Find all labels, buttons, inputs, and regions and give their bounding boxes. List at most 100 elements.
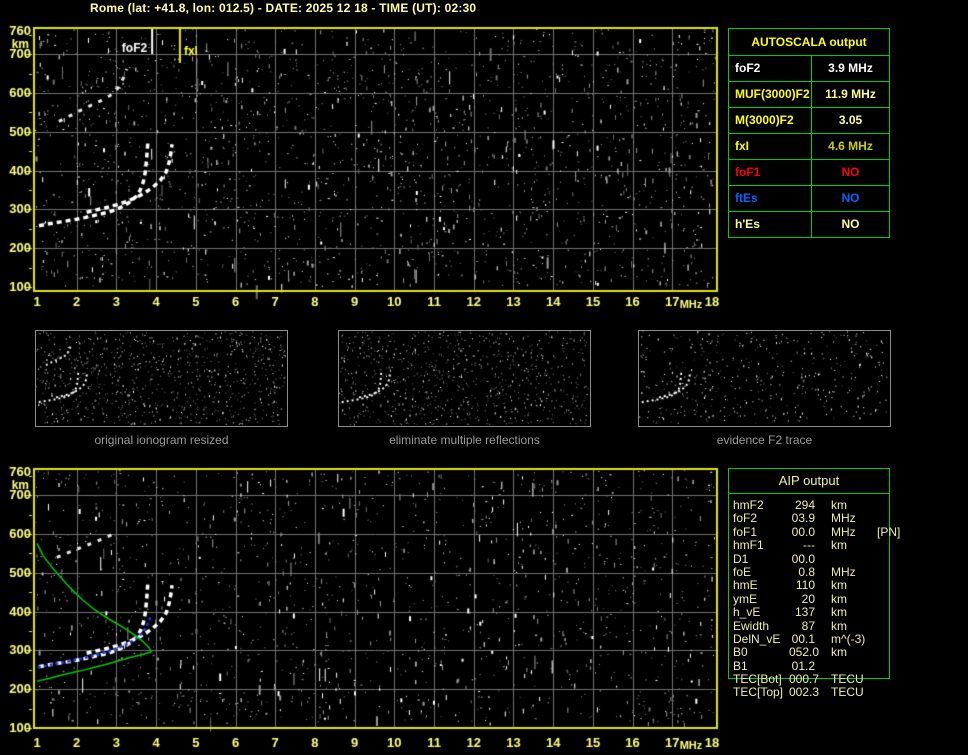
autoscala-output-table: AUTOSCALA output foF2 3.9 MHz MUF(3000)F… (728, 28, 890, 238)
row-unit (815, 660, 875, 673)
row-value: 110 (795, 578, 815, 593)
row-value: 3.9 MHz (811, 56, 889, 81)
row-unit: MHz (831, 564, 856, 579)
row-value: 00.0 (791, 551, 815, 566)
row-extra (875, 660, 877, 673)
aip-table-title: AIP output (778, 473, 840, 488)
row-value: NO (811, 186, 889, 211)
row-value: 4.6 MHz (811, 134, 889, 159)
row-label: B0 (733, 645, 748, 660)
row-label: MUF(3000)F2 (735, 87, 810, 101)
row-extra (875, 620, 877, 633)
restored-trace-profile-plot (0, 455, 730, 755)
row-value: 03.9 (791, 511, 815, 526)
table-row-DelN_vE: DelN_vE 00.1 m^(-3) (733, 631, 965, 646)
row-label: hmF1 (733, 538, 764, 553)
row-value: 20 (801, 591, 815, 606)
row-value: 11.9 MHz (811, 82, 889, 107)
table-row-hmF1: hmF1 --- km (733, 538, 965, 553)
row-extra: [PN] (877, 524, 901, 539)
row-unit (815, 553, 875, 566)
row-value: 01.2 (791, 658, 815, 673)
row-label: TEC[Bot] (733, 672, 782, 687)
row-unit: MHz (831, 511, 856, 526)
row-value: 137 (794, 605, 815, 620)
table-row-fxI: fxI 4.6 MHz (729, 134, 889, 160)
table-row-ymE: ymE 20 km (733, 591, 965, 606)
table-row-foF1: foF1 00.0 MHz [PN] (733, 524, 965, 539)
row-label: foE (733, 564, 752, 579)
row-label: ymE (733, 591, 757, 606)
mini-ionogram-canvas (339, 331, 590, 426)
row-unit: km (831, 578, 847, 593)
row-label: D1 (733, 551, 749, 566)
row-label: h_vE (733, 605, 761, 620)
recorded-ionogram-plot (0, 18, 730, 314)
row-label: hmF2 (733, 498, 764, 512)
aip-output-table: hmF2 294 km foF2 03.9 MHz foF1 00.0 MHz [PN] hm… (733, 498, 965, 700)
row-label: DelN_vE (733, 631, 781, 646)
panel-original-ionogram (35, 330, 288, 427)
row-unit: km (831, 498, 847, 512)
panel-caption: evidence F2 trace (716, 433, 813, 447)
row-unit: km (831, 645, 847, 660)
panel-evidence-f2-trace (638, 330, 891, 427)
row-value: 3.05 (811, 108, 889, 133)
table-row-B1: B1 01.2 (733, 658, 965, 673)
table-row-foF2: foF2 03.9 MHz (733, 511, 965, 526)
row-extra (875, 499, 877, 512)
row-unit: TECU (831, 672, 864, 687)
row-label: foF2 (733, 511, 758, 526)
row-extra (875, 566, 877, 579)
row-label: M(3000)F2 (735, 113, 794, 127)
row-value: 00.0 (791, 524, 815, 539)
autoscala-window: Rome (lat: +41.8, lon: 012.5) - DATE: 20… (0, 0, 968, 755)
table-row-hmE: hmE 110 km (733, 578, 965, 593)
row-extra (875, 673, 877, 686)
row-unit: TECU (831, 685, 864, 700)
row-value: 002.3 (789, 685, 820, 700)
row-label: hmE (733, 578, 758, 593)
row-extra (875, 646, 877, 659)
table-row-foF1: foF1 NO (729, 160, 889, 186)
row-label: B1 (733, 658, 748, 673)
mini-ionogram-canvas (36, 331, 287, 426)
table-row-Ewidth: Ewidth 87 km (733, 618, 965, 633)
row-value: 000.7 (789, 672, 820, 687)
row-value: NO (811, 160, 889, 185)
panel-caption: original ionogram resized (94, 433, 229, 447)
mini-ionogram-canvas (639, 331, 890, 426)
row-label: TEC[Top] (733, 685, 784, 700)
row-unit: km (831, 538, 847, 553)
window-title: Rome (lat: +41.8, lon: 012.5) - DATE: 20… (90, 1, 477, 15)
table-row-h_vE: h_vE 137 km (733, 605, 965, 620)
aip-table-divider (729, 493, 889, 494)
panel-caption: eliminate multiple reflections (389, 433, 540, 447)
row-label: Ewidth (733, 618, 770, 633)
table-row-hEs: h'Es NO (729, 212, 889, 237)
table-row-hmF2: hmF2 294 km (733, 498, 965, 512)
row-unit: MHz (831, 524, 856, 539)
row-unit: km (831, 591, 847, 606)
row-label: foF1 (735, 165, 761, 179)
row-value: 87 (801, 618, 815, 633)
row-label: foF1 (733, 524, 758, 539)
table-row-ftEs: ftEs NO (729, 186, 889, 212)
row-extra (875, 539, 877, 552)
row-value: NO (811, 212, 889, 237)
panel-eliminate-reflections (338, 330, 591, 427)
row-value: 0.8 (798, 564, 815, 579)
row-extra (875, 579, 877, 592)
row-unit: km (831, 605, 847, 620)
row-extra (875, 593, 877, 606)
row-value: --- (803, 538, 815, 553)
row-unit: m^(-3) (831, 631, 866, 646)
table-row-MUF3000F2: MUF(3000)F2 11.9 MHz (729, 82, 889, 108)
row-extra (875, 606, 877, 619)
row-value: 294 (794, 498, 815, 512)
table-row-TECTop: TEC[Top] 002.3 TECU (733, 685, 965, 700)
table-row-TECBot: TEC[Bot] 000.7 TECU (733, 672, 965, 687)
row-label: fxI (735, 139, 750, 153)
row-value: 052.0 (789, 645, 820, 660)
row-extra (875, 633, 877, 646)
